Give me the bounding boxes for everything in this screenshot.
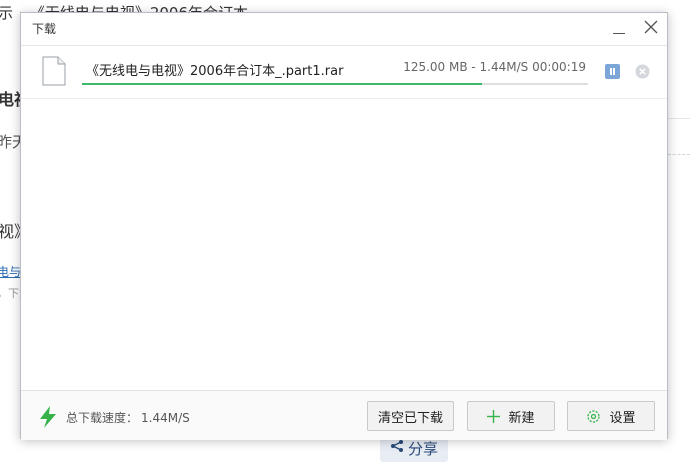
dialog-title: 下载: [32, 22, 57, 36]
background-dashed-divider: [668, 154, 690, 155]
download-item: 《无线电与电视》2006年合订本_.part1.rar 125.00 MB - …: [21, 46, 667, 98]
cancel-circle-icon: [635, 64, 650, 79]
share-icon: [390, 439, 404, 457]
gear-icon: [586, 409, 601, 424]
dialog-titlebar[interactable]: 下载: [21, 13, 667, 45]
download-progress-fill: [82, 83, 482, 85]
new-download-button[interactable]: 新建: [467, 401, 555, 431]
minimize-button[interactable]: [609, 17, 631, 39]
file-icon: [42, 56, 66, 90]
download-status: 125.00 MB - 1.44M/S 00:00:19: [403, 60, 586, 74]
close-icon: [644, 20, 658, 34]
download-filename: 《无线电与电视》2006年合订本_.part1.rar: [86, 64, 344, 79]
download-progress-bar: [82, 83, 588, 85]
pause-icon[interactable]: [605, 64, 620, 79]
share-label: 分享: [407, 439, 438, 458]
cancel-download-button[interactable]: [635, 64, 650, 79]
lightning-icon: [39, 406, 57, 432]
close-button[interactable]: [641, 17, 663, 39]
download-dialog: 下载 《无线电与电视》2006年合订本_.part1.rar 125.00 MB…: [20, 12, 668, 440]
background-divider: [668, 118, 690, 119]
settings-button[interactable]: 设置: [567, 401, 655, 431]
total-speed: 总下载速度： 1.44M/S: [66, 409, 190, 426]
plus-icon: [487, 409, 501, 423]
dialog-footer: 总下载速度： 1.44M/S 清空已下载 新建 设置: [21, 390, 667, 440]
new-download-label: 新建: [508, 410, 535, 426]
breadcrumb-prefix: 示: [0, 4, 14, 22]
clear-downloaded-button[interactable]: 清空已下载: [367, 401, 454, 431]
item-divider: [21, 98, 667, 99]
settings-label: 设置: [609, 410, 636, 426]
clear-downloaded-label: 清空已下载: [377, 410, 443, 426]
total-speed-value: 1.44M/S: [141, 411, 190, 425]
total-speed-label: 总下载速度：: [66, 411, 139, 425]
